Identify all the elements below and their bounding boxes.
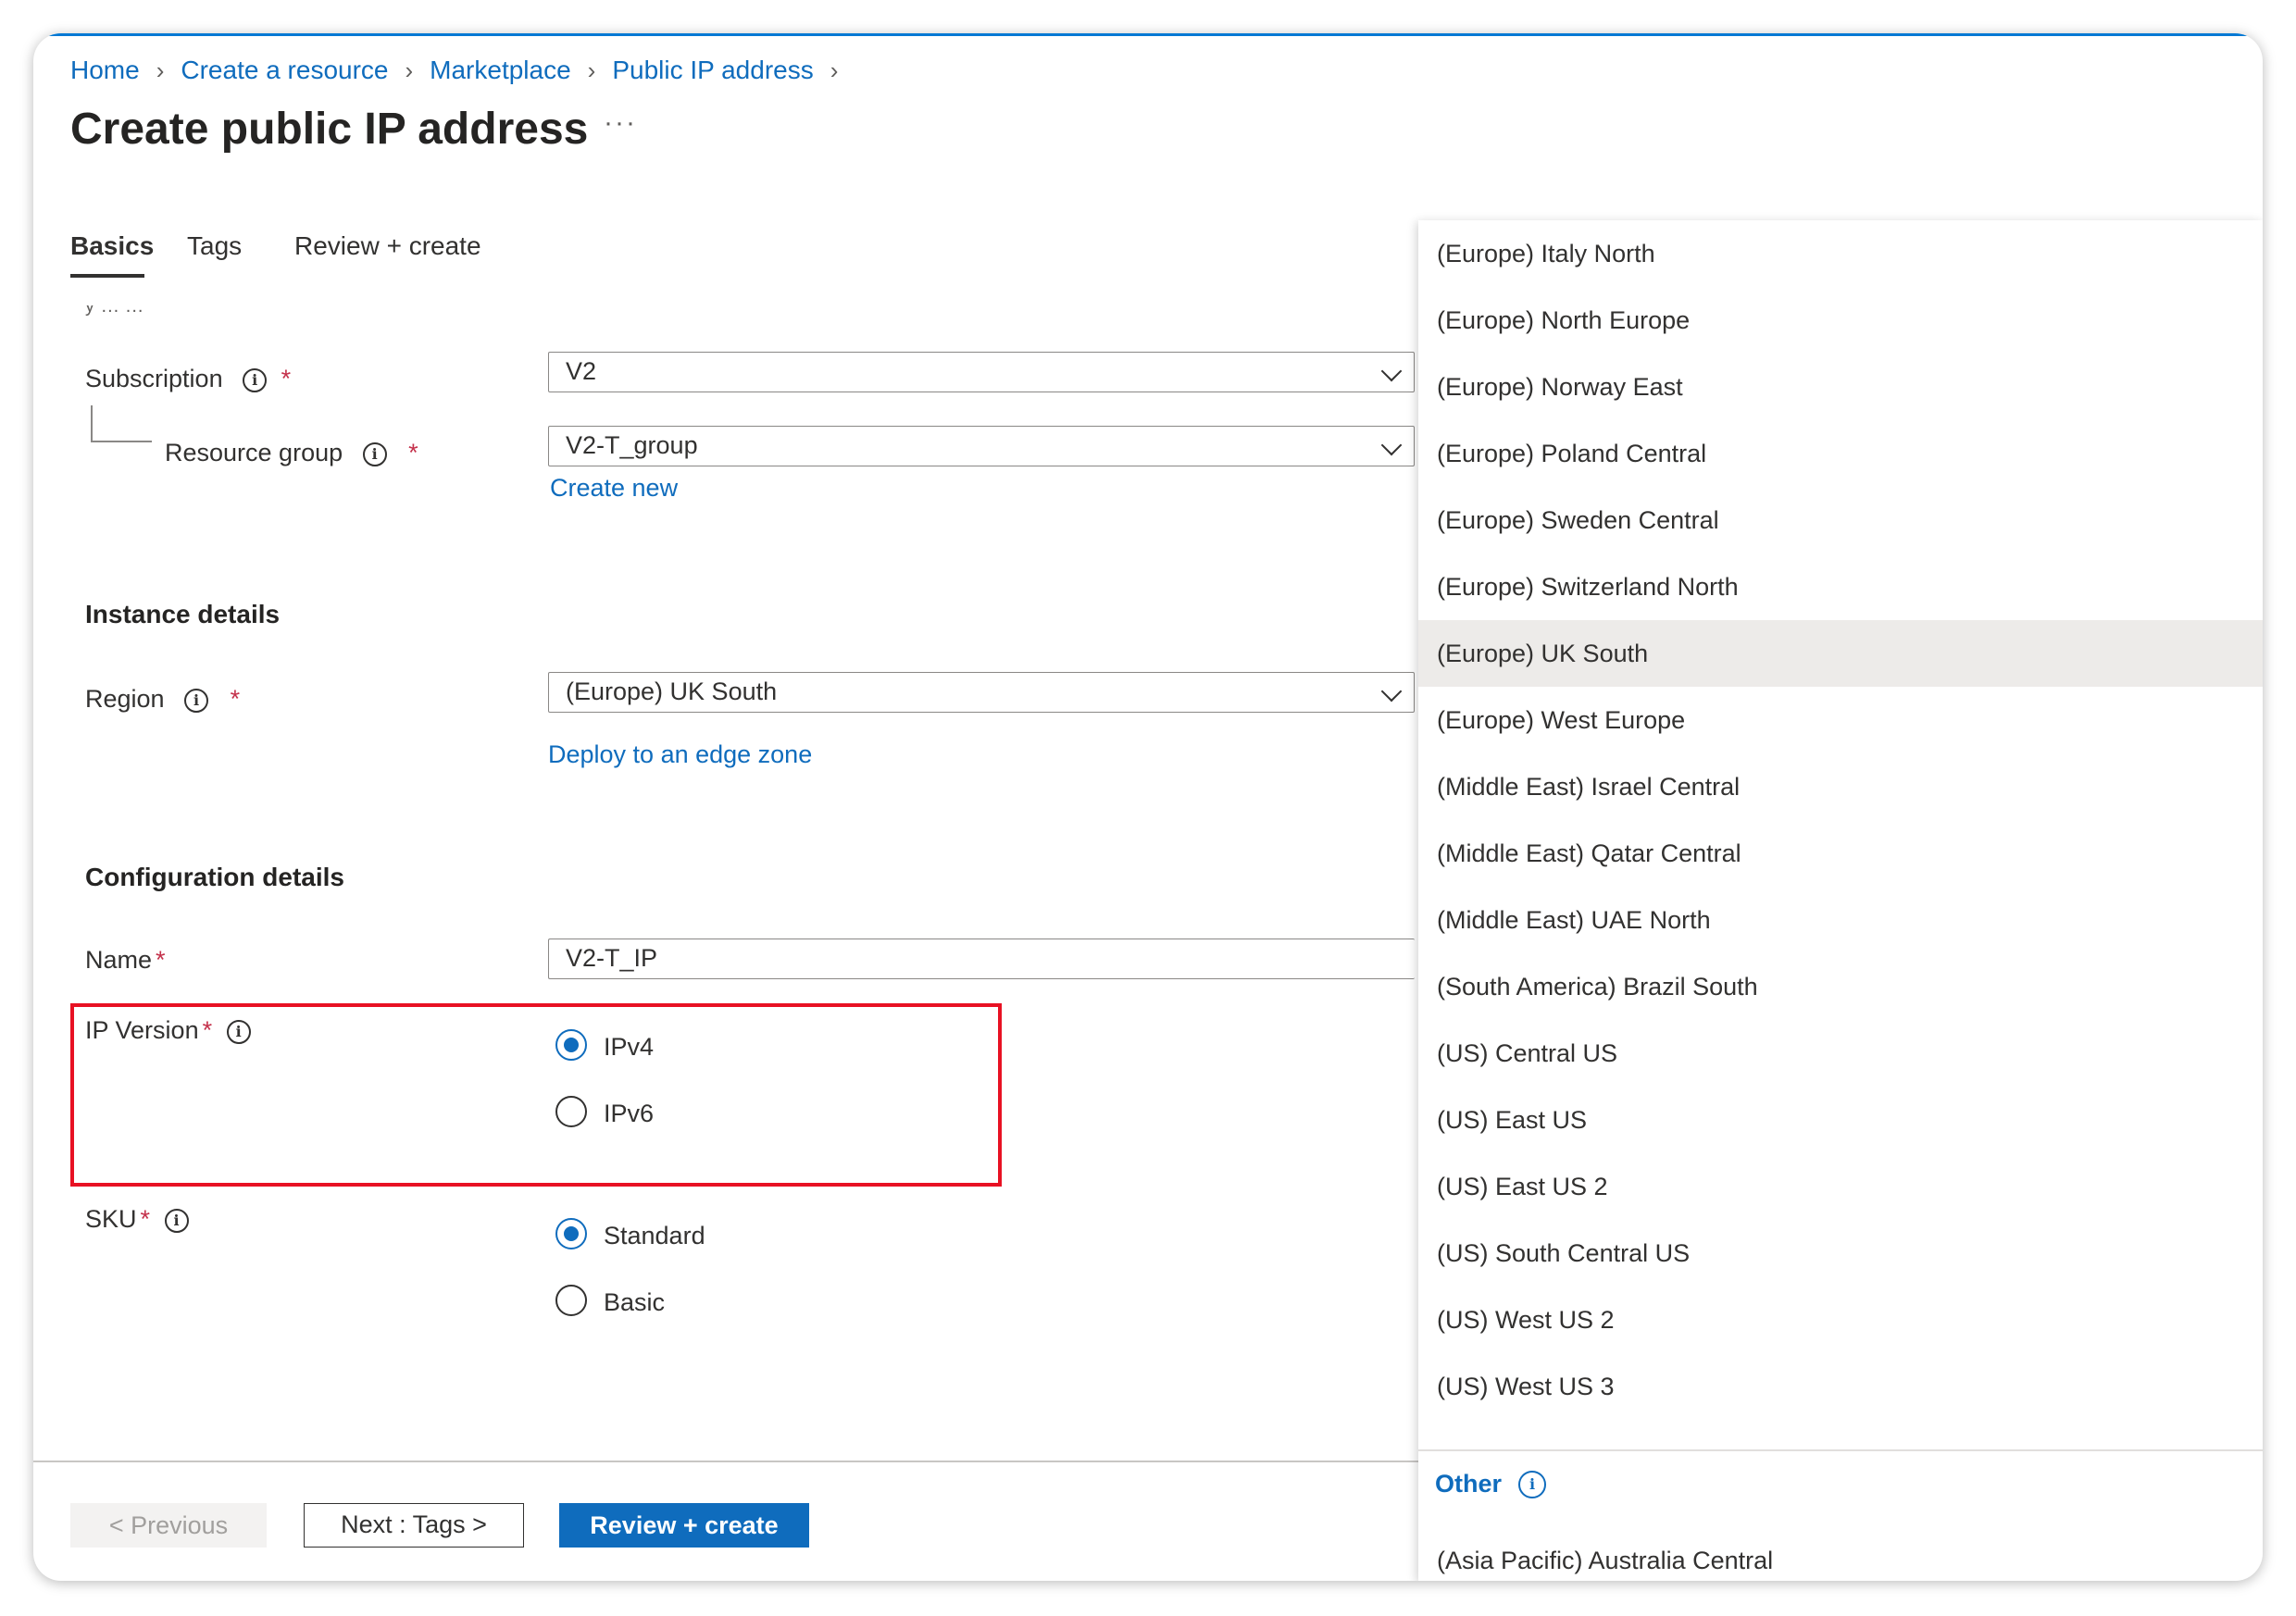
- other-group-header: Other i: [1435, 1470, 1547, 1498]
- info-icon[interactable]: i: [243, 367, 268, 392]
- region-option[interactable]: (US) West US 3: [1418, 1353, 2263, 1420]
- region-option[interactable]: (Europe) Norway East: [1418, 354, 2263, 420]
- subscription-label: Subscription i *: [85, 365, 292, 392]
- deploy-edge-zone-link[interactable]: Deploy to an edge zone: [548, 740, 812, 769]
- region-option[interactable]: (US) East US: [1418, 1087, 2263, 1153]
- region-option[interactable]: (US) West US 2: [1418, 1287, 2263, 1353]
- region-option[interactable]: (Europe) West Europe: [1418, 687, 2263, 753]
- info-icon[interactable]: i: [184, 688, 209, 713]
- top-accent-line: [33, 33, 2263, 36]
- breadcrumb-home[interactable]: Home: [70, 56, 140, 85]
- review-create-button[interactable]: Review + create: [559, 1503, 809, 1548]
- region-dropdown[interactable]: (Europe) UK South: [548, 672, 1415, 713]
- next-tags-button[interactable]: Next : Tags >: [304, 1503, 524, 1548]
- required-marker: *: [408, 439, 418, 466]
- sku-basic-label[interactable]: Basic: [604, 1288, 665, 1317]
- region-dropdown-list[interactable]: (Europe) Italy North (Europe) North Euro…: [1418, 220, 2263, 1581]
- sku-basic-radio[interactable]: [555, 1285, 587, 1316]
- info-icon[interactable]: i: [164, 1208, 189, 1233]
- resource-group-dropdown[interactable]: V2-T_group: [548, 426, 1415, 466]
- active-tab-indicator: [70, 274, 144, 278]
- subscription-dropdown[interactable]: V2: [548, 352, 1415, 392]
- region-option[interactable]: (US) South Central US: [1418, 1220, 2263, 1287]
- previous-button[interactable]: < Previous: [70, 1503, 267, 1548]
- region-option[interactable]: (Europe) Poland Central: [1418, 420, 2263, 487]
- region-option[interactable]: (US) East US 2: [1418, 1153, 2263, 1220]
- required-marker: *: [156, 946, 166, 974]
- region-option[interactable]: (Middle East) Israel Central: [1418, 753, 2263, 820]
- region-option[interactable]: (Middle East) Qatar Central: [1418, 820, 2263, 887]
- info-icon[interactable]: i: [362, 441, 387, 466]
- footer-divider: [33, 1461, 1418, 1462]
- partially-hidden-label: y ... ...: [85, 305, 144, 317]
- ip-version-highlight: [70, 1003, 1002, 1187]
- tab-review-create[interactable]: Review + create: [294, 231, 481, 261]
- create-new-link[interactable]: Create new: [550, 474, 678, 503]
- app-window: Home › Create a resource › Marketplace ›…: [33, 33, 2263, 1581]
- required-marker: *: [140, 1205, 151, 1233]
- region-label: Region i *: [85, 685, 241, 713]
- chevron-right-icon: ›: [405, 56, 414, 84]
- tab-basics[interactable]: Basics: [70, 231, 154, 261]
- region-option[interactable]: (Europe) North Europe: [1418, 287, 2263, 354]
- info-icon[interactable]: i: [1518, 1470, 1547, 1498]
- region-option[interactable]: (Europe) Sweden Central: [1418, 487, 2263, 553]
- region-option[interactable]: (Europe) Switzerland North: [1418, 553, 2263, 620]
- region-option[interactable]: (South America) Brazil South: [1418, 953, 2263, 1020]
- page-title: Create public IP address: [70, 105, 589, 154]
- region-option[interactable]: (Asia Pacific) Australia Central: [1418, 1527, 2263, 1581]
- chevron-down-icon: [1380, 434, 1403, 456]
- instance-details-heading: Instance details: [85, 600, 281, 628]
- required-marker: *: [230, 685, 241, 713]
- breadcrumb-create-resource[interactable]: Create a resource: [181, 56, 388, 85]
- region-option[interactable]: (US) Central US: [1418, 1020, 2263, 1087]
- required-marker: *: [281, 365, 292, 392]
- more-options-icon[interactable]: ···: [604, 107, 637, 139]
- sku-standard-label[interactable]: Standard: [604, 1222, 705, 1250]
- tab-tags[interactable]: Tags: [187, 231, 242, 261]
- group-divider: [1418, 1449, 2263, 1451]
- chevron-right-icon: ›: [830, 56, 839, 84]
- name-input[interactable]: V2-T_IP: [548, 939, 1415, 979]
- chevron-right-icon: ›: [156, 56, 165, 84]
- region-option-selected[interactable]: (Europe) UK South: [1418, 620, 2263, 687]
- breadcrumb: Home › Create a resource › Marketplace ›…: [70, 52, 855, 89]
- sku-standard-radio[interactable]: [555, 1218, 587, 1249]
- sku-label: SKU * i: [85, 1205, 189, 1234]
- region-option[interactable]: (Europe) Italy North: [1418, 220, 2263, 287]
- tree-connector: [91, 441, 152, 442]
- chevron-right-icon: ›: [587, 56, 596, 84]
- name-label: Name *: [85, 946, 166, 974]
- region-option[interactable]: (Middle East) UAE North: [1418, 887, 2263, 953]
- configuration-details-heading: Configuration details: [85, 863, 344, 891]
- breadcrumb-public-ip[interactable]: Public IP address: [612, 56, 813, 85]
- tree-connector: [91, 405, 93, 441]
- breadcrumb-marketplace[interactable]: Marketplace: [430, 56, 571, 85]
- chevron-down-icon: [1380, 360, 1403, 382]
- chevron-down-icon: [1380, 680, 1403, 702]
- resource-group-label: Resource group i *: [165, 439, 418, 466]
